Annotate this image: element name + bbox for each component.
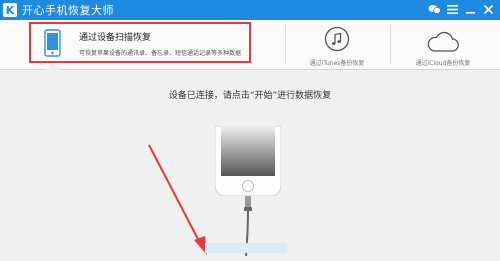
title-bar: K 开心手机恢复大师 <box>0 0 500 20</box>
toolbar-divider <box>390 24 391 64</box>
music-note-icon <box>324 26 350 56</box>
active-tab-marker <box>46 63 60 70</box>
app-title: 开心手机恢复大师 <box>22 4 114 17</box>
toolbar-divider <box>285 24 286 64</box>
tab-itunes-backup-recovery[interactable]: 通过iTunes备份恢复 <box>297 24 377 67</box>
window-controls <box>427 2 496 17</box>
tab-title: 通过设备扫描恢复 <box>79 33 152 43</box>
itunes-tab-label: 通过iTunes备份恢复 <box>309 60 365 67</box>
minimize-icon[interactable] <box>463 2 478 17</box>
phone-icon <box>44 29 61 57</box>
tab-device-scan-text: 通过设备扫描恢复 可恢复苹果设备的通讯录、备忘录、短信通话记录等多种数据 <box>79 30 241 57</box>
tab-device-scan-recovery[interactable]: 通过设备扫描恢复 可恢复苹果设备的通讯录、备忘录、短信通话记录等多种数据 <box>29 22 251 63</box>
tab-icloud-backup-recovery[interactable]: 通过iCloud备份恢复 <box>403 24 483 67</box>
icloud-tab-label: 通过iCloud备份恢复 <box>415 60 471 67</box>
cloud-icon <box>425 31 461 57</box>
mode-toolbar: 通过设备扫描恢复 可恢复苹果设备的通讯录、备忘录、短信通话记录等多种数据 通过i… <box>0 20 500 70</box>
close-icon[interactable] <box>481 2 496 17</box>
status-message: 设备已连接，请点击“开始”进行数据恢复 <box>168 91 332 101</box>
feedback-icon[interactable] <box>427 2 442 17</box>
app-logo: K <box>3 3 17 17</box>
menu-icon[interactable] <box>445 2 460 17</box>
iphone-image <box>214 125 282 197</box>
progress-bar <box>205 243 287 253</box>
tab-description: 可恢复苹果设备的通讯录、备忘录、短信通话记录等多种数据 <box>79 50 242 57</box>
